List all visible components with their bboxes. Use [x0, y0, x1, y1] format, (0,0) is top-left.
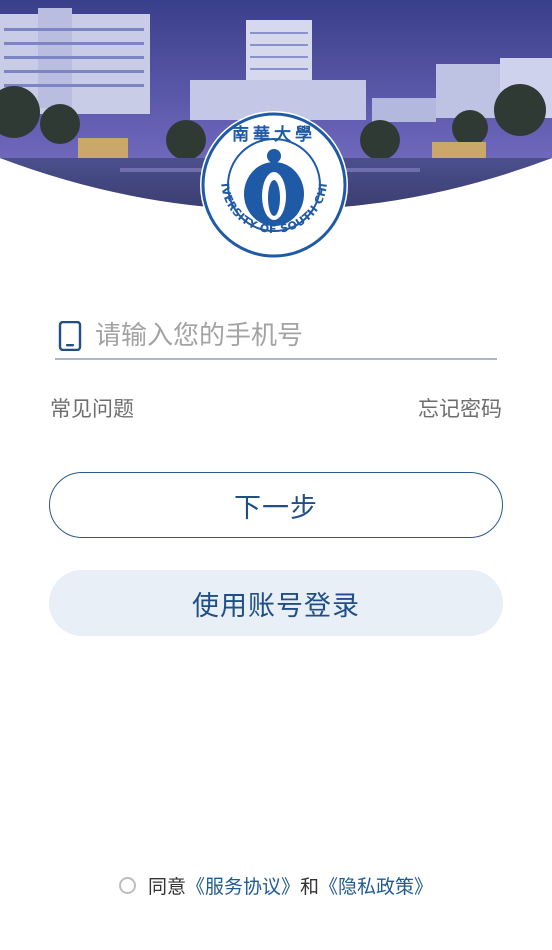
agreement-row: 同意 《服务协议》 和 《隐私政策》 [0, 872, 552, 899]
agree-text: 同意 [147, 876, 186, 898]
and-text: 和 [300, 876, 320, 898]
phone-number-input[interactable] [95, 316, 491, 356]
forgot-password-link[interactable]: 忘记密码 [418, 393, 502, 423]
faq-link[interactable]: 常见问题 [50, 393, 134, 423]
agreement-radio[interactable] [118, 877, 136, 894]
svg-text:南華大學: 南華大學 [232, 124, 316, 145]
university-logo: 南華大學 UNIVERSITY OF SOUTH CHINA [199, 110, 348, 259]
privacy-policy-link[interactable]: 《隐私政策》 [319, 872, 433, 899]
phone-input-row [55, 312, 497, 360]
next-step-button[interactable]: 下一步 [49, 472, 503, 538]
account-login-button[interactable]: 使用账号登录 [49, 570, 503, 636]
mobile-phone-icon [58, 321, 82, 351]
service-agreement-link[interactable]: 《服务协议》 [186, 872, 300, 899]
